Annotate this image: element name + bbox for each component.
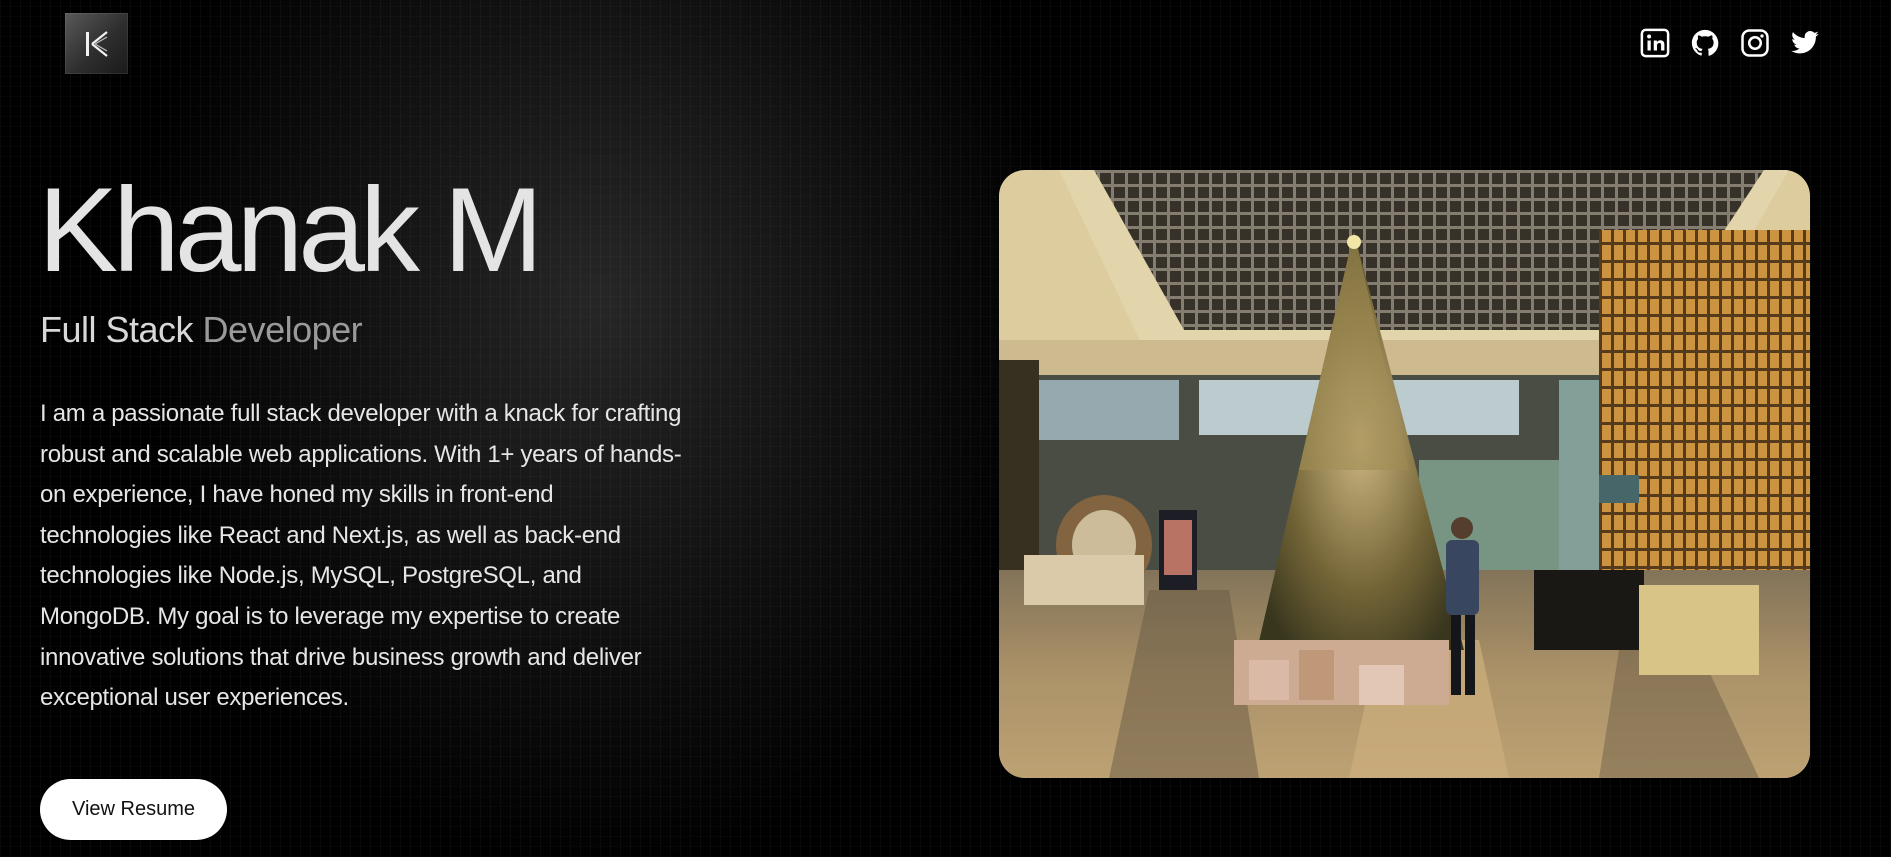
linkedin-icon <box>1640 28 1670 58</box>
role-part-1: Full Stack <box>40 309 203 350</box>
instagram-icon <box>1741 29 1769 57</box>
lobby-christmas-tree-photo <box>999 170 1810 778</box>
instagram-link[interactable] <box>1740 28 1770 58</box>
twitter-icon <box>1791 31 1819 54</box>
hero-role: Full Stack Developer <box>40 309 363 350</box>
logo[interactable] <box>65 13 128 74</box>
hero-page: Khanak M Full Stack Developer I am a pas… <box>0 0 1891 857</box>
social-links <box>1640 28 1820 58</box>
github-icon <box>1691 29 1719 56</box>
view-resume-button[interactable]: View Resume <box>40 779 227 840</box>
k-monogram-icon <box>85 30 108 57</box>
twitter-link[interactable] <box>1790 28 1820 58</box>
hero-name: Khanak M <box>38 163 543 297</box>
profile-photo <box>999 170 1810 778</box>
linkedin-link[interactable] <box>1640 28 1670 58</box>
github-link[interactable] <box>1690 28 1720 58</box>
hero-bio: I am a passionate full stack developer w… <box>40 400 682 712</box>
role-part-2: Developer <box>202 309 363 350</box>
